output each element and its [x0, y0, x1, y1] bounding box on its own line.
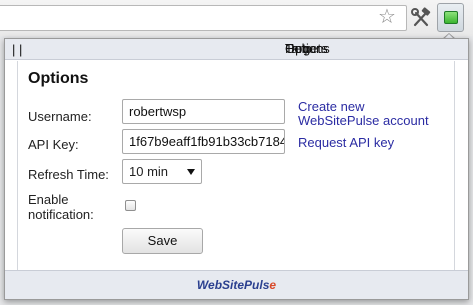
refresh-time-value: 10 min: [129, 164, 169, 179]
api-key-input[interactable]: 1f67b9eaff1fb91b33cb7184: [122, 129, 285, 154]
nav-separator: |: [12, 42, 16, 57]
green-square-icon: [444, 11, 458, 24]
popup-footer: WebSitePulse: [5, 270, 468, 299]
nav-help-link[interactable]: Help: [285, 42, 312, 56]
brand-accent: e: [269, 278, 277, 292]
username-input[interactable]: robertwsp: [122, 99, 285, 124]
tools-icon[interactable]: [410, 7, 432, 29]
websitepulse-extension-icon[interactable]: [437, 3, 464, 32]
extension-popup: Targets | Options | Help Options Usernam…: [4, 38, 469, 300]
nav-separator: |: [19, 42, 23, 57]
notification-label-line2: notification:: [28, 207, 94, 222]
popup-nav: Targets | Options | Help: [5, 39, 468, 60]
browser-toolbar: ☆: [0, 0, 473, 36]
refresh-time-select[interactable]: 10 min: [122, 159, 202, 184]
address-bar[interactable]: [0, 5, 407, 31]
username-label: Username:: [28, 109, 92, 124]
enable-notification-checkbox[interactable]: [125, 200, 136, 211]
save-button[interactable]: Save: [122, 228, 203, 254]
notification-label: Enable notification:: [28, 192, 94, 222]
refresh-time-label: Refresh Time:: [28, 167, 109, 182]
bookmark-star-icon[interactable]: ☆: [376, 5, 398, 27]
api-key-label: API Key:: [28, 137, 79, 152]
options-panel: Options Username: robertwsp Create new W…: [17, 61, 455, 271]
notification-label-line1: Enable: [28, 192, 69, 207]
create-account-line1: Create new: [298, 99, 365, 114]
create-account-link[interactable]: Create new WebSitePulse account: [298, 100, 429, 128]
websitepulse-logo[interactable]: WebSitePulse: [197, 278, 276, 292]
request-api-key-link[interactable]: Request API key: [298, 136, 394, 150]
brand-main: WebSitePuls: [196, 278, 270, 292]
create-account-line2: WebSitePulse account: [298, 113, 429, 128]
chevron-down-icon: [187, 169, 195, 175]
page-title: Options: [28, 70, 89, 87]
